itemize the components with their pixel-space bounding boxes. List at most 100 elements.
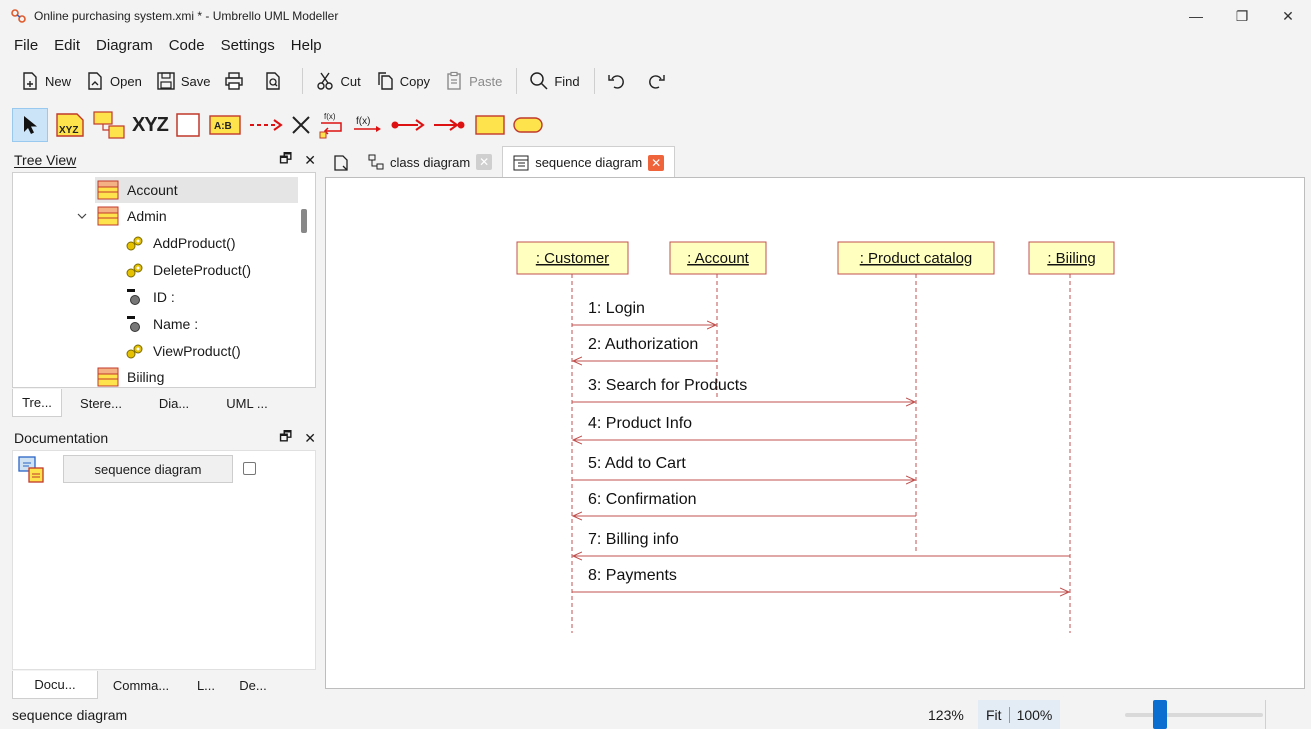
- svg-text:A:B: A:B: [214, 121, 232, 132]
- self-message-tool[interactable]: f(x): [318, 108, 346, 142]
- tree-scrollbar-thumb[interactable]: [301, 209, 307, 233]
- rounded-state-icon: [513, 117, 543, 133]
- documentation-title: Documentation: [14, 430, 109, 446]
- undo-button[interactable]: [607, 71, 632, 91]
- zoom-slider-handle[interactable]: [1153, 700, 1167, 729]
- new-button[interactable]: New: [20, 71, 71, 91]
- found-message-tool[interactable]: [390, 108, 426, 142]
- tab-sequence-diagram[interactable]: sequence diagram ✕: [502, 146, 676, 178]
- lost-message-tool[interactable]: [432, 108, 468, 142]
- message[interactable]: 4: Product Info: [573, 415, 916, 440]
- float-panel-icon[interactable]: 🗗: [279, 148, 292, 172]
- tree-item-label: ViewProduct(): [153, 343, 241, 359]
- tab-stereotypes[interactable]: Stere...: [62, 389, 140, 417]
- tree-item-admin[interactable]: Admin: [77, 203, 167, 229]
- menu-file[interactable]: File: [6, 37, 46, 54]
- chevron-down-icon[interactable]: [77, 211, 87, 221]
- documentation-header: Documentation 🗗 ✕: [12, 426, 316, 450]
- tab-commands[interactable]: Comma...: [98, 671, 184, 699]
- copy-button[interactable]: Copy: [375, 71, 430, 91]
- print-button[interactable]: [224, 71, 249, 91]
- tab-log[interactable]: L...: [184, 671, 228, 699]
- redo-icon: [648, 75, 665, 89]
- paste-button[interactable]: Paste: [444, 71, 502, 91]
- multi-object-tool[interactable]: [92, 108, 126, 142]
- sequence-object[interactable]: : Customer: [516, 241, 629, 275]
- new-diagram-tab-button[interactable]: [324, 148, 358, 178]
- tab-documentation[interactable]: Docu...: [12, 671, 98, 699]
- documentation-panel-tabs: Docu... Comma... L... De...: [12, 671, 316, 699]
- documentation-diagram-button[interactable]: sequence diagram: [63, 455, 233, 483]
- zoom-slider-track[interactable]: [1125, 713, 1263, 717]
- message[interactable]: 7: Billing info: [573, 531, 1070, 556]
- save-button[interactable]: Save: [156, 71, 210, 91]
- printer-icon: [225, 72, 244, 90]
- dashed-arrow-icon: [249, 119, 283, 131]
- message[interactable]: 3: Search for Products: [572, 377, 915, 402]
- tree-panel-tabs: Tre... Stere... Dia... UML ...: [12, 389, 316, 417]
- menu-help[interactable]: Help: [283, 37, 330, 54]
- message[interactable]: 8: Payments: [572, 567, 1069, 592]
- state-tool[interactable]: [512, 108, 544, 142]
- tab-tree[interactable]: Tre...: [12, 389, 62, 417]
- object-label: : Account: [687, 250, 750, 267]
- text-object-tool[interactable]: XYZ: [132, 108, 169, 142]
- tab-debug[interactable]: De...: [228, 671, 278, 699]
- tree-item-biiling[interactable]: Biiling: [97, 364, 164, 387]
- svg-text:f(x): f(x): [324, 112, 336, 121]
- open-button[interactable]: Open: [85, 71, 142, 91]
- tree-item-label: Name :: [153, 316, 199, 332]
- redo-button[interactable]: [646, 71, 671, 91]
- function-message-tool[interactable]: f(x): [352, 108, 384, 142]
- tab-diagrams[interactable]: Dia...: [140, 389, 208, 417]
- message-label: 4: Product Info: [588, 415, 692, 432]
- tree-item-id[interactable]: ID :: [125, 284, 175, 310]
- note-tool[interactable]: [474, 108, 506, 142]
- print-preview-button[interactable]: [263, 71, 288, 91]
- message[interactable]: 1: Login: [572, 300, 716, 325]
- xyz-label: XYZ: [132, 113, 169, 136]
- message[interactable]: 6: Confirmation: [573, 491, 916, 516]
- close-tab-icon[interactable]: ✕: [476, 154, 493, 170]
- tree-item-addproduct[interactable]: AddProduct(): [125, 230, 235, 256]
- tab-class-diagram[interactable]: class diagram ✕: [358, 146, 502, 178]
- tab-uml[interactable]: UML ...: [208, 389, 286, 417]
- sequence-diagram-icon: [513, 155, 529, 170]
- tree-item-viewproduct[interactable]: ViewProduct(): [125, 338, 241, 364]
- menu-settings[interactable]: Settings: [213, 37, 283, 54]
- cut-button[interactable]: Cut: [315, 71, 361, 91]
- menu-code[interactable]: Code: [161, 37, 213, 54]
- sequence-object[interactable]: : Product catalog: [837, 241, 995, 275]
- sequence-object[interactable]: : Biiling: [1028, 241, 1115, 275]
- close-panel-icon[interactable]: ✕: [304, 152, 316, 169]
- paste-label: Paste: [469, 73, 503, 89]
- fit-button[interactable]: Fit: [986, 707, 1002, 723]
- dependency-tool[interactable]: [248, 108, 284, 142]
- object-tool[interactable]: XYZ: [54, 108, 86, 142]
- sequence-object[interactable]: : Account: [669, 241, 767, 275]
- tree-item-account[interactable]: Account: [97, 177, 178, 203]
- find-button[interactable]: Find: [529, 71, 580, 91]
- menu-edit[interactable]: Edit: [46, 37, 88, 54]
- close-tab-icon[interactable]: ✕: [648, 154, 665, 171]
- association-box-icon: A:B: [209, 115, 241, 135]
- menu-diagram[interactable]: Diagram: [88, 37, 161, 54]
- save-disk-icon: [157, 72, 175, 90]
- message[interactable]: 5: Add to Cart: [572, 455, 915, 480]
- restore-button[interactable]: ❐: [1219, 0, 1265, 32]
- tree-item-deleteproduct[interactable]: DeleteProduct(): [125, 257, 251, 283]
- tree-item-name[interactable]: Name :: [125, 311, 198, 337]
- message[interactable]: 2: Authorization: [573, 336, 717, 361]
- association-tool[interactable]: A:B: [208, 108, 242, 142]
- close-window-button[interactable]: ✕: [1265, 0, 1311, 32]
- float-panel-icon[interactable]: 🗗: [279, 426, 292, 450]
- diagram-canvas[interactable]: 1: Login 2: Authorization 3: Search for Pr…: [325, 177, 1305, 689]
- minimize-button[interactable]: —: [1173, 0, 1219, 32]
- box-tool[interactable]: [174, 108, 202, 142]
- open-label: Open: [110, 73, 142, 89]
- documentation-checkbox[interactable]: [243, 462, 256, 475]
- destroy-tool[interactable]: [290, 108, 312, 142]
- close-panel-icon[interactable]: ✕: [304, 430, 316, 447]
- zoom-100-button[interactable]: 100%: [1017, 707, 1053, 723]
- select-tool[interactable]: [12, 108, 48, 142]
